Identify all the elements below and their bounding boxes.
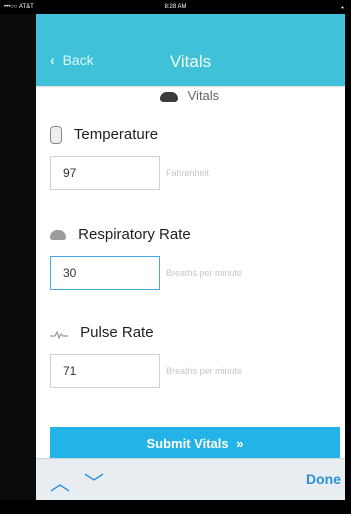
chevron-down-icon[interactable]: ﹀ <box>84 467 104 496</box>
respiratory-label-text: Respiratory Rate <box>78 226 191 243</box>
temperature-value: 97 <box>63 166 77 180</box>
temperature-label: Temperature <box>50 126 159 145</box>
lungs-icon <box>50 230 66 241</box>
keyboard-toolbar: ︿ ﹀ Done <box>36 458 345 500</box>
bluetooth-icon: ⋆ <box>339 3 345 12</box>
double-arrow-icon: » <box>236 436 244 451</box>
chevron-up-icon[interactable]: ︿ <box>50 467 70 496</box>
section-header: Vitals <box>160 88 219 103</box>
done-button[interactable]: Done <box>306 471 341 487</box>
pulse-unit: Breaths per minute <box>166 366 243 376</box>
status-time: 8:28 AM <box>164 4 187 10</box>
bottom-bezel <box>0 500 351 514</box>
left-sidebar-background <box>0 14 36 514</box>
section-label: Vitals <box>187 88 220 103</box>
respiratory-value: 30 <box>63 266 77 280</box>
submit-label: Submit Vitals <box>146 436 229 451</box>
respiratory-label: Respiratory Rate <box>50 226 191 243</box>
section-lungs-icon <box>160 91 178 102</box>
thermometer-icon <box>50 126 62 145</box>
pulse-input[interactable]: 71 <box>50 354 160 388</box>
status-bar: •••○○ AT&T 8:28 AM ⋆ <box>0 0 351 14</box>
submit-vitals-button[interactable]: Submit Vitals » <box>50 427 340 461</box>
respiratory-unit: Breaths per minute <box>166 268 243 278</box>
pulse-label: Pulse Rate <box>50 324 154 341</box>
temperature-label-text: Temperature <box>73 126 159 143</box>
temperature-input[interactable]: 97 <box>50 156 160 190</box>
page-title: Vitals <box>169 52 212 71</box>
right-edge-background <box>345 14 351 514</box>
navigation-bar: ‹ Back Vitals <box>36 14 345 86</box>
pulse-label-text: Pulse Rate <box>80 324 154 341</box>
respiratory-input[interactable]: 30 <box>50 256 160 290</box>
pulse-value: 71 <box>63 364 77 378</box>
temperature-unit: Fahrenheit <box>166 168 210 178</box>
pulse-icon <box>50 327 68 340</box>
app-window: ‹ Back Vitals Vitals Temperature 97 Fahr… <box>36 14 345 500</box>
